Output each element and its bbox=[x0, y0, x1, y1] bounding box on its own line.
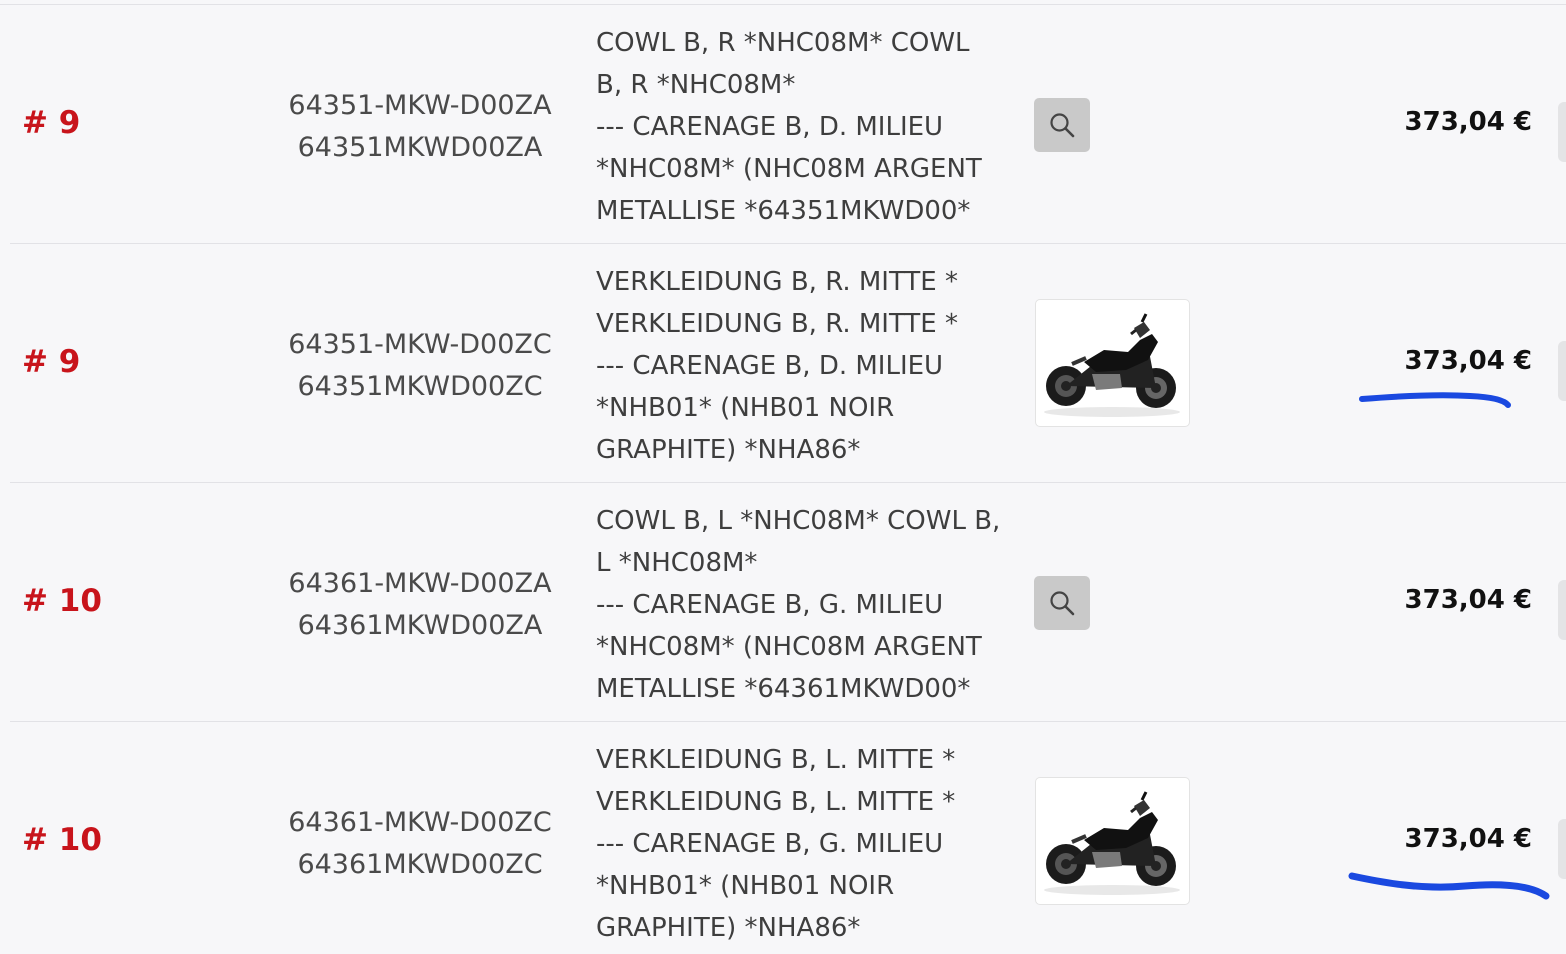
description-line: --- CARENAGE B, D. MILIEU bbox=[596, 351, 944, 381]
description-line: METALLISE *64361MKWD00* bbox=[596, 674, 971, 704]
reference-number: # 10 bbox=[22, 822, 102, 858]
description-line: GRAPHITE) *NHA86* bbox=[596, 913, 861, 943]
part-number-compact: 64351MKWD00ZC bbox=[297, 371, 543, 402]
description-line: VERKLEIDUNG B, L. MITTE * bbox=[596, 745, 956, 775]
zoom-button[interactable] bbox=[1034, 576, 1090, 630]
description-line: VERKLEIDUNG B, R. MITTE * bbox=[596, 309, 958, 339]
part-number: 64351-MKW-D00ZC 64351MKWD00ZC bbox=[250, 324, 590, 408]
part-row: # 10 64361-MKW-D00ZA 64361MKWD00ZA COWL … bbox=[0, 483, 1566, 722]
magnifier-icon bbox=[1050, 591, 1075, 616]
price: 373,04 € bbox=[1404, 346, 1532, 376]
part-number-compact: 64361MKWD00ZC bbox=[297, 849, 543, 880]
add-to-cart-tab[interactable] bbox=[1558, 819, 1566, 879]
part-description: COWL B, R *NHC08M* COWL B, R *NHC08M* --… bbox=[596, 22, 1031, 232]
part-number: 64361-MKW-D00ZA 64361MKWD00ZA bbox=[250, 563, 590, 647]
description-line: --- CARENAGE B, G. MILIEU bbox=[596, 829, 944, 859]
description-line: VERKLEIDUNG B, L. MITTE * bbox=[596, 787, 956, 817]
part-number: 64361-MKW-D00ZC 64361MKWD00ZC bbox=[250, 802, 590, 886]
motorcycle-thumbnail[interactable] bbox=[1035, 299, 1190, 427]
part-row: # 9 64351-MKW-D00ZA 64351MKWD00ZA COWL B… bbox=[0, 5, 1566, 244]
parts-table: # 9 64351-MKW-D00ZA 64351MKWD00ZA COWL B… bbox=[0, 0, 1566, 954]
part-number-dashed: 64361-MKW-D00ZC bbox=[288, 807, 552, 838]
price: 373,04 € bbox=[1404, 107, 1532, 137]
part-number-dashed: 64351-MKW-D00ZA bbox=[288, 90, 552, 121]
part-description: COWL B, L *NHC08M* COWL B, L *NHC08M* --… bbox=[596, 500, 1031, 710]
description-line: COWL B, L *NHC08M* COWL B, bbox=[596, 506, 1001, 536]
description-line: *NHB01* (NHB01 NOIR bbox=[596, 871, 895, 901]
zoom-button[interactable] bbox=[1034, 98, 1090, 152]
description-line: GRAPHITE) *NHA86* bbox=[596, 435, 861, 465]
part-row: # 10 64361-MKW-D00ZC 64361MKWD00ZC VERKL… bbox=[0, 722, 1566, 954]
part-number: 64351-MKW-D00ZA 64351MKWD00ZA bbox=[250, 85, 590, 169]
description-line: *NHC08M* (NHC08M ARGENT bbox=[596, 154, 982, 184]
description-line: *NHC08M* (NHC08M ARGENT bbox=[596, 632, 982, 662]
reference-number: # 10 bbox=[22, 583, 102, 619]
part-description: VERKLEIDUNG B, L. MITTE * VERKLEIDUNG B,… bbox=[596, 739, 1031, 949]
reference-number: # 9 bbox=[22, 344, 81, 380]
part-number-compact: 64361MKWD00ZA bbox=[297, 610, 543, 641]
add-to-cart-tab[interactable] bbox=[1558, 580, 1566, 640]
part-number-dashed: 64351-MKW-D00ZC bbox=[288, 329, 552, 360]
description-line: VERKLEIDUNG B, R. MITTE * bbox=[596, 267, 958, 297]
part-row: # 9 64351-MKW-D00ZC 64351MKWD00ZC VERKLE… bbox=[0, 244, 1566, 483]
motorcycle-icon bbox=[1044, 791, 1180, 895]
reference-number: # 9 bbox=[22, 105, 81, 141]
part-description: VERKLEIDUNG B, R. MITTE * VERKLEIDUNG B,… bbox=[596, 261, 1031, 471]
price: 373,04 € bbox=[1404, 824, 1532, 854]
motorcycle-icon bbox=[1044, 313, 1180, 417]
motorcycle-thumbnail[interactable] bbox=[1035, 777, 1190, 905]
description-line: --- CARENAGE B, G. MILIEU bbox=[596, 590, 944, 620]
add-to-cart-tab[interactable] bbox=[1558, 341, 1566, 401]
description-line: L *NHC08M* bbox=[596, 548, 758, 578]
part-number-dashed: 64361-MKW-D00ZA bbox=[288, 568, 552, 599]
description-line: METALLISE *64351MKWD00* bbox=[596, 196, 971, 226]
description-line: COWL B, R *NHC08M* COWL bbox=[596, 28, 970, 58]
magnifier-icon bbox=[1050, 113, 1075, 138]
description-line: *NHB01* (NHB01 NOIR bbox=[596, 393, 895, 423]
description-line: B, R *NHC08M* bbox=[596, 70, 796, 100]
add-to-cart-tab[interactable] bbox=[1558, 102, 1566, 162]
price: 373,04 € bbox=[1404, 585, 1532, 615]
part-number-compact: 64351MKWD00ZA bbox=[297, 132, 543, 163]
description-line: --- CARENAGE B, D. MILIEU bbox=[596, 112, 944, 142]
